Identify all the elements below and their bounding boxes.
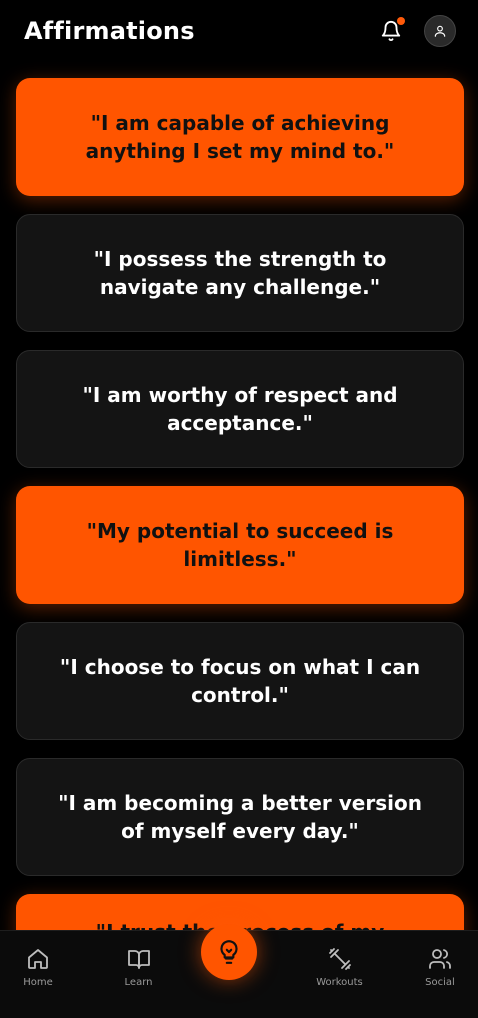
nav-social[interactable]: Social — [412, 947, 468, 988]
header-actions — [378, 15, 456, 47]
lightbulb-icon — [220, 940, 238, 964]
dumbbell-icon — [328, 948, 351, 970]
users-icon — [429, 949, 451, 969]
app-header: Affirmations — [0, 0, 478, 62]
notifications-button[interactable] — [378, 17, 405, 44]
affirmation-text: "My potential to succeed is limitless." — [86, 519, 394, 571]
affirmation-list: "I am capable of achieving anything I se… — [16, 78, 464, 1012]
nav-learn[interactable]: Learn — [111, 947, 167, 988]
nav-workouts[interactable]: Workouts — [312, 947, 368, 988]
affirmation-card[interactable]: "I am becoming a better version of mysel… — [16, 758, 464, 876]
affirmation-card[interactable]: "I possess the strength to navigate any … — [16, 214, 464, 332]
user-icon — [434, 25, 446, 37]
nav-workouts-label: Workouts — [316, 977, 363, 988]
affirmation-card[interactable]: "My potential to succeed is limitless." — [16, 486, 464, 604]
affirmation-text: "I am capable of achieving anything I se… — [85, 111, 395, 163]
affirmation-card[interactable]: "I choose to focus on what I can control… — [16, 622, 464, 740]
nav-home[interactable]: Home — [10, 947, 66, 988]
notification-dot — [397, 17, 405, 25]
affirmation-card[interactable]: "I am worthy of respect and acceptance." — [16, 350, 464, 468]
page-title: Affirmations — [24, 17, 195, 45]
affirmation-text: "I am worthy of respect and acceptance." — [82, 383, 398, 435]
home-icon — [28, 949, 48, 969]
affirmation-text: "I choose to focus on what I can control… — [59, 655, 421, 707]
affirmation-text: "I am becoming a better version of mysel… — [58, 791, 422, 843]
nav-home-label: Home — [23, 977, 53, 988]
affirmation-text: "I possess the strength to navigate any … — [93, 247, 387, 299]
nav-learn-label: Learn — [124, 977, 153, 988]
affirmations-center-button[interactable] — [201, 924, 257, 980]
book-icon — [127, 950, 150, 969]
profile-button[interactable] — [424, 15, 456, 47]
affirmation-card[interactable]: "I am capable of achieving anything I se… — [16, 78, 464, 196]
nav-social-label: Social — [425, 977, 455, 988]
